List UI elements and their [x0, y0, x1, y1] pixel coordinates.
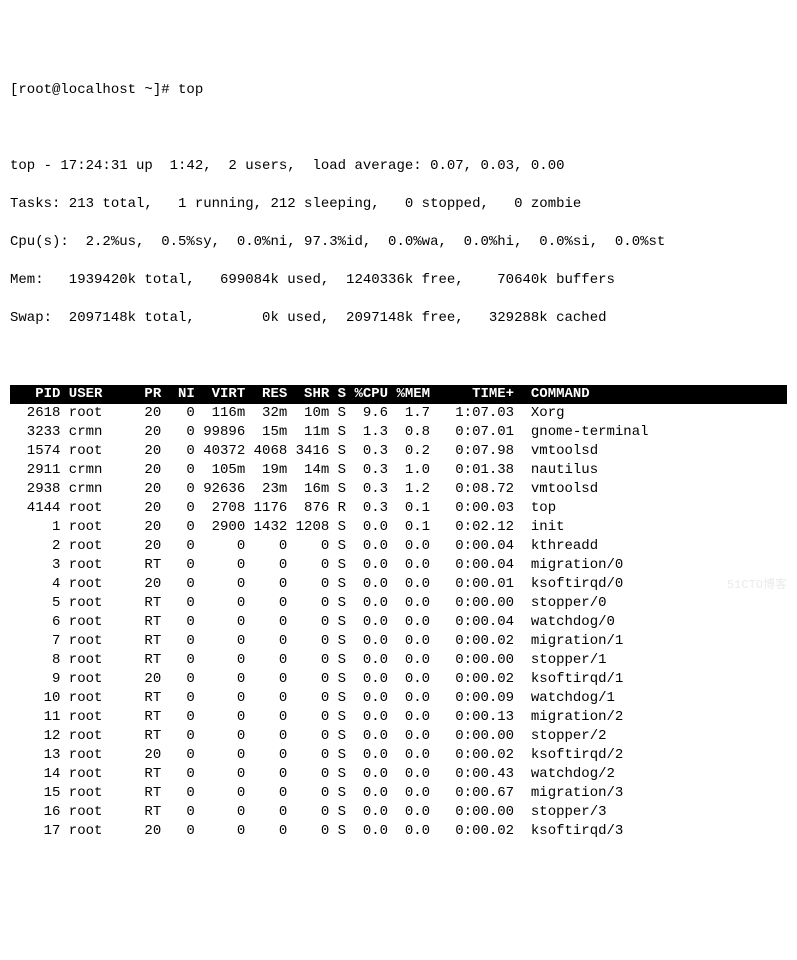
process-row: 12 root RT 0 0 0 0 S 0.0 0.0 0:00.00 sto…: [10, 727, 787, 746]
process-row: 8 root RT 0 0 0 0 S 0.0 0.0 0:00.00 stop…: [10, 651, 787, 670]
process-row: 7 root RT 0 0 0 0 S 0.0 0.0 0:00.02 migr…: [10, 632, 787, 651]
process-row: 2911 crmn 20 0 105m 19m 14m S 0.3 1.0 0:…: [10, 461, 787, 480]
process-row: 10 root RT 0 0 0 0 S 0.0 0.0 0:00.09 wat…: [10, 689, 787, 708]
process-row: 16 root RT 0 0 0 0 S 0.0 0.0 0:00.00 sto…: [10, 803, 787, 822]
summary-mem: Mem: 1939420k total, 699084k used, 12403…: [10, 271, 787, 290]
process-row: 3 root RT 0 0 0 0 S 0.0 0.0 0:00.04 migr…: [10, 556, 787, 575]
process-row: 2 root 20 0 0 0 0 S 0.0 0.0 0:00.04 kthr…: [10, 537, 787, 556]
summary-tasks: Tasks: 213 total, 1 running, 212 sleepin…: [10, 195, 787, 214]
process-row: 3233 crmn 20 0 99896 15m 11m S 1.3 0.8 0…: [10, 423, 787, 442]
process-row: 1 root 20 0 2900 1432 1208 S 0.0 0.1 0:0…: [10, 518, 787, 537]
summary-swap: Swap: 2097148k total, 0k used, 2097148k …: [10, 309, 787, 328]
summary-uptime: top - 17:24:31 up 1:42, 2 users, load av…: [10, 157, 787, 176]
process-list: 2618 root 20 0 116m 32m 10m S 9.6 1.7 1:…: [10, 404, 787, 841]
process-row: 1574 root 20 0 40372 4068 3416 S 0.3 0.2…: [10, 442, 787, 461]
process-row: 5 root RT 0 0 0 0 S 0.0 0.0 0:00.00 stop…: [10, 594, 787, 613]
watermark-text: 51CTO博客: [727, 576, 787, 595]
process-row: 15 root RT 0 0 0 0 S 0.0 0.0 0:00.67 mig…: [10, 784, 787, 803]
blank-line: [10, 119, 787, 138]
process-row: 17 root 20 0 0 0 0 S 0.0 0.0 0:00.02 kso…: [10, 822, 787, 841]
process-header: PID USER PR NI VIRT RES SHR S %CPU %MEM …: [10, 385, 787, 404]
summary-cpu: Cpu(s): 2.2%us, 0.5%sy, 0.0%ni, 97.3%id,…: [10, 233, 787, 252]
process-row: 2618 root 20 0 116m 32m 10m S 9.6 1.7 1:…: [10, 404, 787, 423]
process-row: 9 root 20 0 0 0 0 S 0.0 0.0 0:00.02 ksof…: [10, 670, 787, 689]
blank-line: [10, 347, 787, 366]
process-row: 11 root RT 0 0 0 0 S 0.0 0.0 0:00.13 mig…: [10, 708, 787, 727]
process-row: 13 root 20 0 0 0 0 S 0.0 0.0 0:00.02 kso…: [10, 746, 787, 765]
process-row: 4144 root 20 0 2708 1176 876 R 0.3 0.1 0…: [10, 499, 787, 518]
process-row: 14 root RT 0 0 0 0 S 0.0 0.0 0:00.43 wat…: [10, 765, 787, 784]
process-row: 2938 crmn 20 0 92636 23m 16m S 0.3 1.2 0…: [10, 480, 787, 499]
command-prompt: [root@localhost ~]# top: [10, 81, 787, 100]
process-row: 6 root RT 0 0 0 0 S 0.0 0.0 0:00.04 watc…: [10, 613, 787, 632]
process-row: 4 root 20 0 0 0 0 S 0.0 0.0 0:00.01 ksof…: [10, 575, 787, 594]
